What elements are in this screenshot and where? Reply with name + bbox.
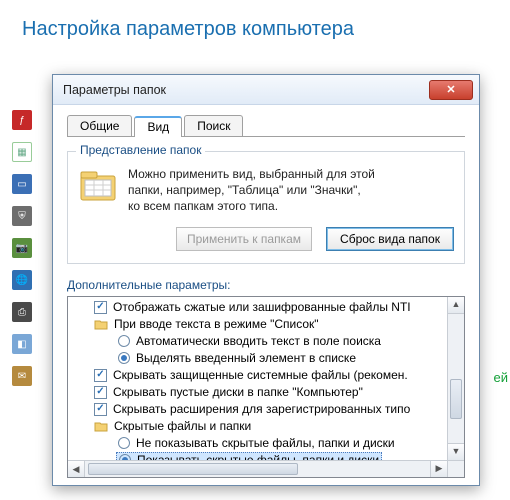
tree-item-show-hidden[interactable]: Показывать скрытые файлы, папки и диски [70, 452, 445, 460]
tree-item-label: Выделять введенный элемент в списке [136, 351, 356, 365]
advanced-settings-label: Дополнительные параметры: [67, 278, 465, 292]
reset-folders-button[interactable]: Сброс вида папок [326, 227, 454, 251]
folder-views-icon [78, 166, 118, 206]
appearance-icon[interactable]: ◧ [12, 334, 32, 354]
radio-icon[interactable] [118, 352, 130, 364]
checkbox-icon[interactable] [94, 386, 107, 399]
tree-item-select-typed[interactable]: Выделять введенный элемент в списке [70, 350, 445, 367]
scroll-thumb[interactable] [88, 463, 298, 475]
tab-general[interactable]: Общие [67, 115, 132, 136]
tree-item-label: Скрытые файлы и папки [114, 419, 251, 433]
globe-icon[interactable]: 🌐 [12, 270, 32, 290]
tree-item-hidden-files-group[interactable]: Скрытые файлы и папки [70, 418, 445, 435]
shield-icon[interactable]: ⛨ [12, 206, 32, 226]
tree-item-show-encrypted[interactable]: Отображать сжатые или зашифрованные файл… [70, 299, 445, 316]
page-title: Настройка параметров компьютера [0, 0, 510, 41]
tree-item-dont-show-hidden[interactable]: Не показывать скрытые файлы, папки и дис… [70, 435, 445, 452]
sidebar-icon[interactable]: ▦ [12, 142, 32, 162]
checkbox-icon[interactable] [94, 403, 107, 416]
tree-item-label: Скрывать расширения для зарегистрированн… [113, 402, 410, 416]
folder-views-text: Можно применить вид, выбранный для этой … [128, 166, 375, 215]
scroll-up-button[interactable]: ▲ [448, 297, 464, 314]
desktop-icon-column: ƒ ▦ ▭ ⛨ 📷 🌐 ⎙ ◧ ✉ [12, 110, 32, 386]
radio-icon[interactable] [118, 335, 130, 347]
folder-views-group: Представление папок Можно применить вид,… [67, 151, 465, 264]
folder-options-dialog: Параметры папок ✕ Общие Вид Поиск Предст… [52, 74, 480, 486]
tree-item-label: Не показывать скрытые файлы, папки и дис… [136, 436, 395, 450]
dialog-titlebar[interactable]: Параметры папок ✕ [53, 75, 479, 105]
dialog-title: Параметры папок [63, 83, 166, 97]
tree-item-auto-type[interactable]: Автоматически вводить текст в поле поиск… [70, 333, 445, 350]
mail-icon[interactable]: ✉ [12, 366, 32, 386]
chevron-right-icon: ▶ [436, 464, 443, 473]
flash-icon[interactable]: ƒ [12, 110, 32, 130]
display-icon[interactable]: ▭ [12, 174, 32, 194]
camera-icon[interactable]: 📷 [12, 238, 32, 258]
vertical-scrollbar[interactable]: ▲ ▼ [447, 297, 464, 460]
tree-item-label: Отображать сжатые или зашифрованные файл… [113, 300, 411, 314]
tab-view[interactable]: Вид [134, 116, 182, 137]
close-button[interactable]: ✕ [429, 80, 473, 100]
tree-item-typing-group[interactable]: При вводе текста в режиме "Список" [70, 316, 445, 333]
scroll-down-button[interactable]: ▼ [448, 443, 464, 460]
scroll-thumb[interactable] [450, 379, 462, 419]
tab-strip: Общие Вид Поиск [67, 113, 465, 137]
apply-to-folders-button: Применить к папкам [176, 227, 312, 251]
close-icon: ✕ [446, 83, 455, 96]
tab-search[interactable]: Поиск [184, 115, 243, 136]
tree-item-label: Скрывать пустые диски в папке "Компьютер… [113, 385, 363, 399]
tree-item-hide-protected[interactable]: Скрывать защищенные системные файлы (рек… [70, 367, 445, 384]
tree-item-label: Автоматически вводить текст в поле поиск… [136, 334, 381, 348]
scroll-right-button[interactable]: ▶ [430, 461, 447, 477]
tree-item-label: При вводе текста в режиме "Список" [114, 317, 319, 331]
chevron-left-icon: ◀ [73, 465, 80, 474]
chevron-down-icon: ▼ [452, 447, 461, 456]
printer-icon[interactable]: ⎙ [12, 302, 32, 322]
scroll-left-button[interactable]: ◀ [68, 461, 85, 477]
horizontal-scrollbar[interactable]: ◀ ▶ [68, 460, 447, 477]
checkbox-icon[interactable] [94, 369, 107, 382]
folder-icon [94, 419, 108, 433]
tree-item-hide-extensions[interactable]: Скрывать расширения для зарегистрированн… [70, 401, 445, 418]
folder-views-group-title: Представление папок [76, 143, 205, 157]
tree-item-label: Скрывать защищенные системные файлы (рек… [113, 368, 408, 382]
tree-item-hide-empty-drives[interactable]: Скрывать пустые диски в папке "Компьютер… [70, 384, 445, 401]
chevron-up-icon: ▲ [452, 300, 461, 309]
background-link-fragment: ей [494, 370, 509, 385]
scroll-corner [447, 460, 464, 477]
radio-icon[interactable] [118, 437, 130, 449]
advanced-settings-tree: Отображать сжатые или зашифрованные файл… [67, 296, 465, 478]
checkbox-icon[interactable] [94, 301, 107, 314]
folder-icon [94, 317, 108, 331]
